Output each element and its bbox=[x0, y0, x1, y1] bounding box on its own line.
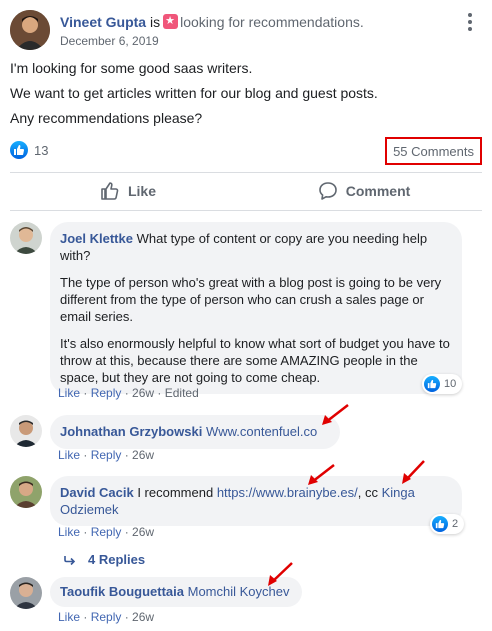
author-name[interactable]: Vineet Gupta bbox=[60, 14, 146, 30]
comment-edited[interactable]: Edited bbox=[165, 386, 199, 400]
divider bbox=[10, 210, 482, 211]
comments-count-text: 55 Comments bbox=[393, 143, 474, 159]
comments-count-link[interactable]: 55 Comments bbox=[385, 137, 482, 165]
reaction-count: 10 bbox=[444, 378, 457, 390]
comment-reply-link[interactable]: Reply bbox=[91, 610, 122, 624]
commenter-name[interactable]: Johnathan Grzybowski bbox=[60, 424, 202, 439]
reaction-count: 2 bbox=[452, 518, 459, 530]
commenter-avatar[interactable] bbox=[10, 415, 42, 447]
post-body: I'm looking for some good saas writers. … bbox=[10, 58, 480, 133]
reply-arrow-icon bbox=[64, 555, 76, 565]
like-reaction-icon bbox=[432, 516, 448, 532]
annotation-arrow-icon bbox=[268, 562, 293, 586]
is-word: is bbox=[149, 14, 161, 30]
annotation-arrow-icon bbox=[322, 404, 349, 425]
commenter-name[interactable]: Joel Klettke bbox=[60, 231, 133, 246]
comment-text: It's also enormously helpful to know wha… bbox=[60, 336, 450, 385]
commenter-name[interactable]: Taoufik Bouguettaia bbox=[60, 584, 184, 599]
thumbs-up-icon bbox=[101, 182, 119, 200]
annotation-arrow-icon bbox=[308, 464, 335, 485]
commenter-avatar[interactable] bbox=[10, 577, 42, 609]
post-line: We want to get articles written for our … bbox=[10, 85, 378, 101]
comment-button-label: Comment bbox=[345, 183, 411, 199]
comment-like-link[interactable]: Like bbox=[58, 610, 80, 624]
comment-bubble: Joel Klettke What type of content or cop… bbox=[50, 222, 462, 394]
commenter-name[interactable]: David Cacik bbox=[60, 485, 134, 500]
comment-time[interactable]: 26w bbox=[132, 448, 154, 462]
comment-time[interactable]: 26w bbox=[132, 525, 154, 539]
reaction-count[interactable]: 13 bbox=[34, 143, 48, 158]
commenter-avatar[interactable] bbox=[10, 476, 42, 508]
comment-like-link[interactable]: Like bbox=[58, 386, 80, 400]
author-avatar[interactable] bbox=[10, 10, 50, 50]
comment-link[interactable]: Www.contenfuel.co bbox=[206, 424, 317, 439]
author-line: Vineet Gupta is looking for recommendatio… bbox=[60, 14, 364, 30]
divider bbox=[10, 172, 482, 173]
comment-meta: Like · Reply · 26w bbox=[58, 448, 155, 462]
comment-bubble: Johnathan Grzybowski Www.contenfuel.co bbox=[50, 415, 340, 449]
comment-like-link[interactable]: Like bbox=[58, 525, 80, 539]
like-button[interactable]: Like bbox=[10, 175, 246, 207]
view-replies-link[interactable]: 4 Replies bbox=[64, 552, 145, 567]
more-options-icon[interactable] bbox=[460, 12, 480, 32]
comment-icon bbox=[318, 182, 337, 200]
post-header: Vineet Gupta is looking for recommendatio… bbox=[10, 10, 482, 52]
annotation-arrow-icon bbox=[402, 460, 425, 484]
recommendation-star-icon bbox=[163, 14, 179, 29]
replies-count: 4 Replies bbox=[88, 552, 146, 567]
comment-text: The type of person who's great with a bl… bbox=[60, 275, 442, 324]
comment-text: , cc bbox=[357, 485, 378, 500]
comment-meta: Like · Reply · 26w · Edited bbox=[58, 386, 199, 400]
reaction-row: 13 55 Comments bbox=[10, 137, 482, 165]
post-date[interactable]: December 6, 2019 bbox=[60, 34, 159, 48]
action-bar: Like Comment bbox=[10, 175, 482, 207]
post-line: I'm looking for some good saas writers. bbox=[10, 60, 253, 76]
commenter-avatar[interactable] bbox=[10, 222, 42, 254]
like-reaction-icon bbox=[424, 376, 440, 392]
post-line: Any recommendations please? bbox=[10, 110, 203, 126]
comment-reply-link[interactable]: Reply bbox=[91, 448, 122, 462]
comment-reaction-badge[interactable]: 2 bbox=[430, 514, 465, 534]
comment-button[interactable]: Comment bbox=[246, 175, 482, 207]
comment-meta: Like · Reply · 26w bbox=[58, 525, 155, 539]
comment-reply-link[interactable]: Reply bbox=[91, 386, 122, 400]
comment-like-link[interactable]: Like bbox=[58, 448, 80, 462]
like-reaction-icon[interactable] bbox=[10, 141, 28, 159]
comment-meta: Like · Reply · 26w bbox=[58, 610, 155, 624]
like-button-label: Like bbox=[127, 183, 156, 199]
comment-time[interactable]: 26w bbox=[132, 610, 154, 624]
comment-text: I recommend bbox=[137, 485, 214, 500]
comment-reaction-badge[interactable]: 10 bbox=[422, 374, 463, 394]
comment-reply-link[interactable]: Reply bbox=[91, 525, 122, 539]
comment-time[interactable]: 26w bbox=[132, 386, 154, 400]
activity-text: looking for recommendations. bbox=[180, 14, 364, 30]
